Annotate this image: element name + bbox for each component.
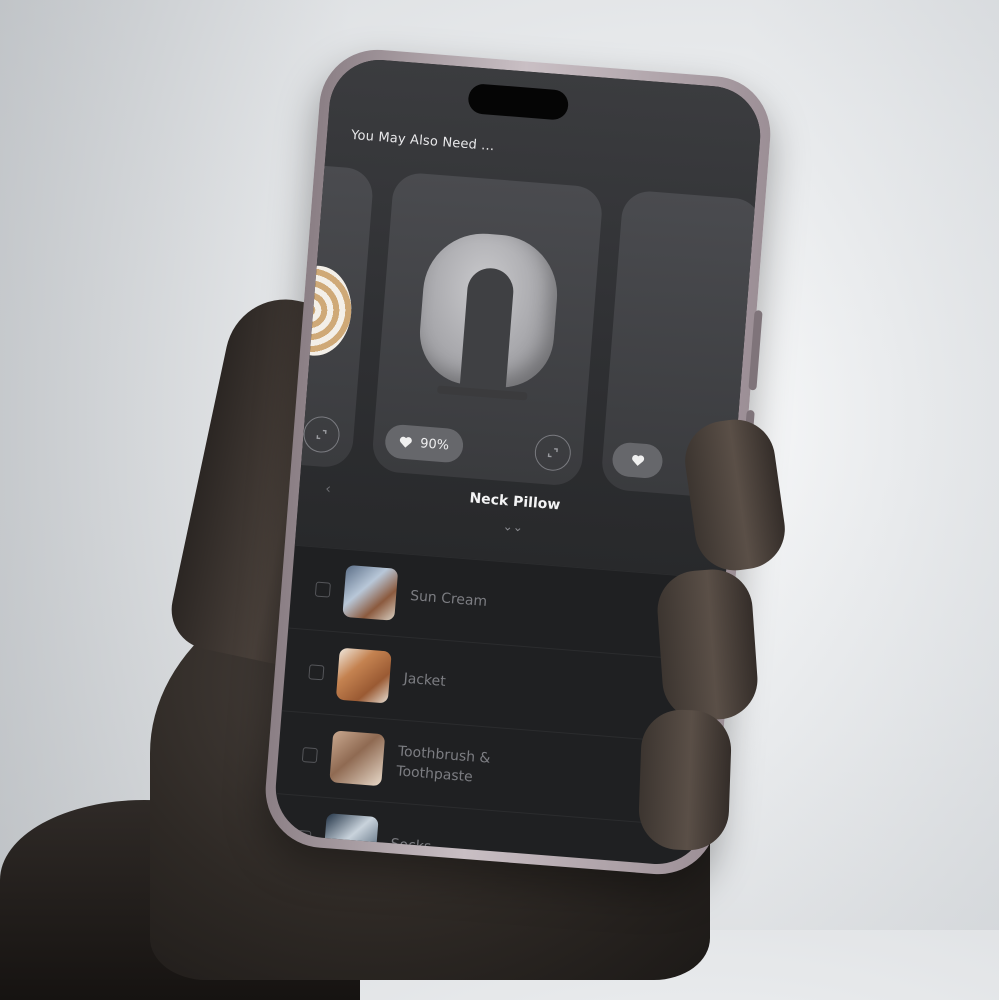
- product-image: [416, 229, 562, 392]
- product-image: [277, 263, 355, 359]
- item-label: Toothbrush & Toothpaste: [395, 743, 491, 786]
- product-card-previous[interactable]: [272, 158, 375, 469]
- checkbox[interactable]: [314, 581, 331, 598]
- section-title: You May Also Need ...: [350, 127, 495, 155]
- product-card-featured[interactable]: 90%: [370, 171, 604, 487]
- heart-icon: [399, 436, 413, 449]
- heart-icon: [630, 450, 644, 470]
- phone: You May Also Need ... 90% ‹ Neck Pillow …: [0, 0, 999, 930]
- expand-button[interactable]: [302, 415, 341, 454]
- checkbox[interactable]: [301, 746, 318, 763]
- pillow-opening: [459, 266, 516, 392]
- hand-finger: [654, 566, 761, 724]
- item-thumbnail: [342, 564, 399, 621]
- dynamic-island: [467, 83, 570, 121]
- like-percent: 90%: [419, 435, 450, 454]
- expand-icon: [546, 443, 559, 463]
- hand-finger: [637, 708, 733, 852]
- item-thumbnail: [335, 647, 392, 704]
- expand-button[interactable]: [533, 433, 573, 473]
- item-label: Sun Cream: [409, 587, 488, 610]
- item-thumbnail: [329, 730, 386, 787]
- expand-icon: [315, 425, 328, 445]
- like-badge[interactable]: [611, 441, 664, 480]
- like-badge[interactable]: 90%: [383, 423, 465, 464]
- item-label: Jacket: [403, 670, 447, 690]
- checkbox[interactable]: [308, 663, 325, 680]
